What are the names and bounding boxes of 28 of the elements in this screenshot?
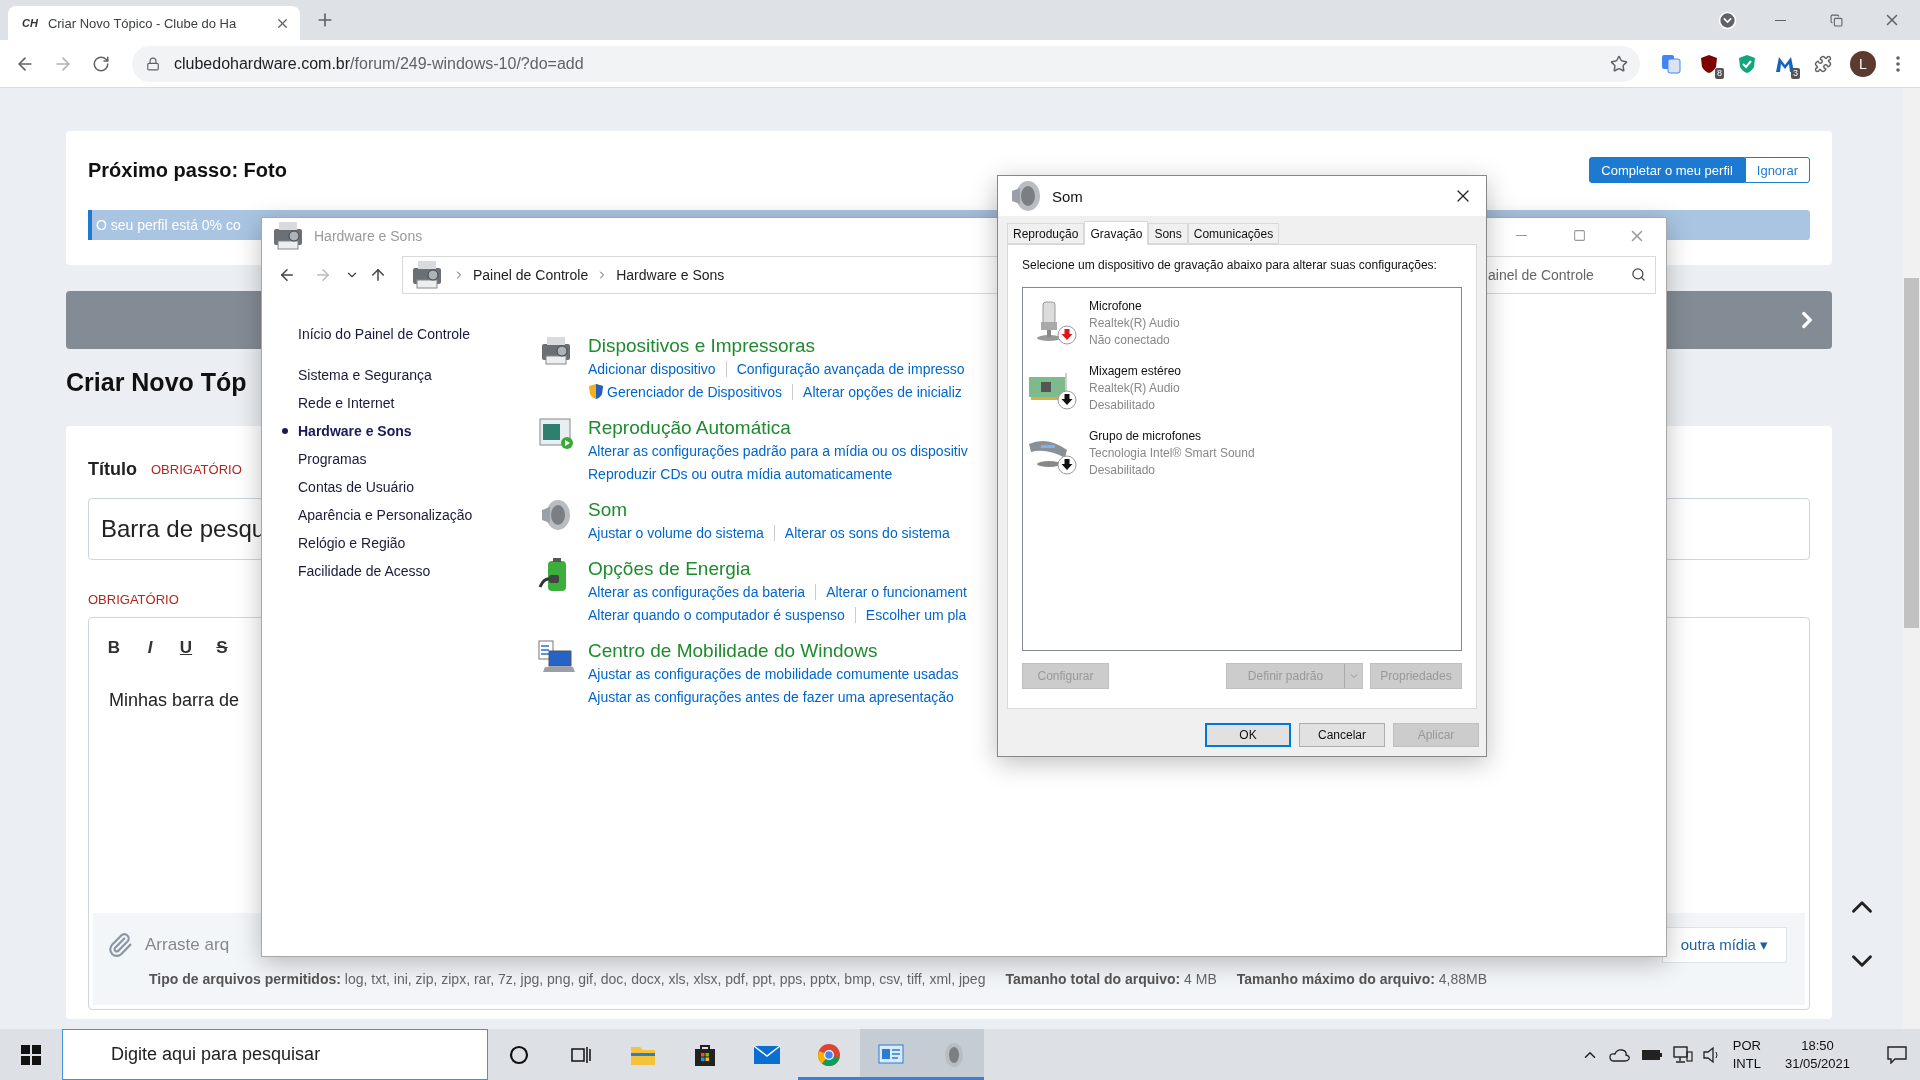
device-driver: Tecnologia Intel® Smart Sound [1089, 445, 1255, 462]
attach-text: Arraste arq [145, 935, 230, 955]
device-driver: Realtek(R) Audio [1089, 380, 1181, 397]
card-title: Próximo passo: Foto [88, 158, 287, 182]
url-text: clubedohardware.com.br/forum/249-windows-10/?do=add [174, 54, 585, 73]
dialog-title: Som [1052, 187, 1083, 205]
device-status: Desabilitado [1089, 397, 1157, 414]
tab-title: Criar Novo Tópico - Clube do Ha [47, 15, 238, 31]
device-name: Mixagem estéreo [1089, 363, 1182, 380]
file-info-text: Tipo de arquivos permitidos: log, txt, ini, zip, zipx, rar, 7z, jpg, png, gif, doc, docx, xls, xlsx, pdf, ppt, pps, pptx, bmp, csv, tiff, xml, jpeg [149, 971, 986, 987]
file-info-text: Tamanho total do arquivo: 4 MB [1005, 971, 1217, 987]
instruction-text: Selecione um dispositivo de gravação abaixo para alterar suas configurações: [1022, 257, 1438, 273]
page-heading: Criar Novo Tóp [66, 367, 247, 398]
required-label: OBRIGATÓRIO [151, 462, 242, 477]
device-status: Não conectado [1089, 332, 1171, 349]
device-name: Microfone [1089, 298, 1143, 315]
device-status: Desabilitado [1089, 462, 1157, 479]
window-title: Hardware e Sons [314, 227, 423, 244]
device-driver: Realtek(R) Audio [1089, 315, 1180, 332]
required-label: OBRIGATÓRIO [88, 592, 179, 607]
progress-text: O seu perfil está 0% co [96, 217, 241, 233]
extension-badge: 8 [1715, 67, 1724, 79]
file-info-text: Tamanho máximo do arquivo: 4,88MB [1236, 971, 1487, 987]
extension-badge: 3 [1791, 67, 1800, 79]
field-label: Título [88, 459, 137, 480]
site-logo: CH [22, 17, 38, 29]
editor-text: Minhas barra de [109, 690, 240, 711]
device-name: Grupo de microfones [1089, 428, 1203, 445]
